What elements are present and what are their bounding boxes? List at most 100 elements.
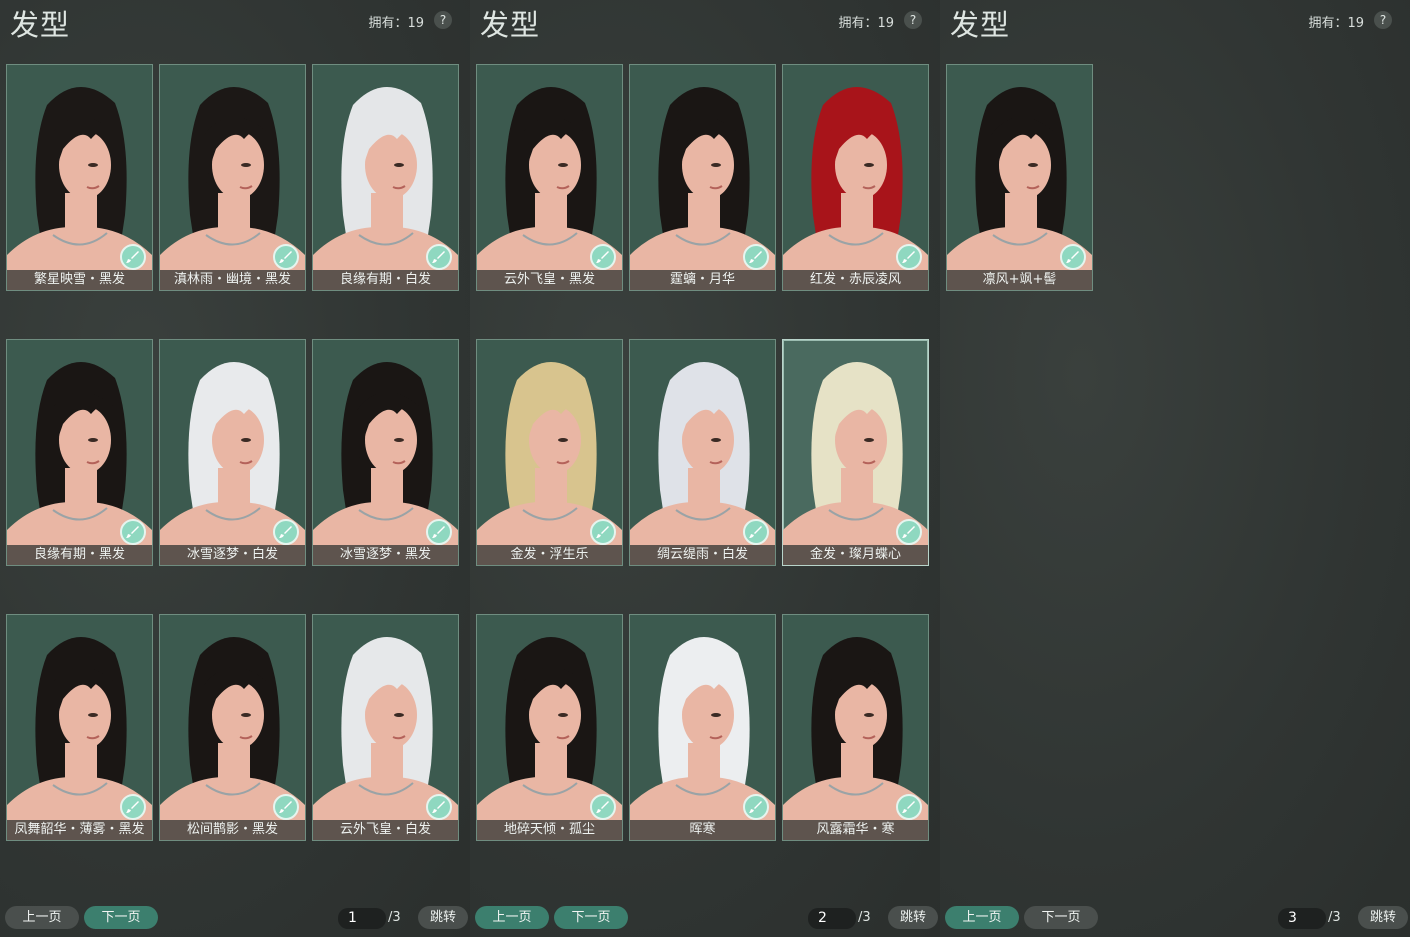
hairstyle-card[interactable]: 晖寒 [629, 614, 776, 841]
dye-brush-icon[interactable] [273, 794, 299, 820]
hairstyle-card[interactable]: 地碎天倾・孤尘 [476, 614, 623, 841]
dye-brush-icon[interactable] [896, 519, 922, 545]
brush-glyph [596, 526, 609, 538]
help-icon[interactable]: ? [434, 11, 452, 29]
hairstyle-name: 霆螭・月华 [630, 270, 775, 290]
dye-brush-icon[interactable] [426, 794, 452, 820]
hairstyle-name: 松间鹊影・黑发 [160, 820, 305, 840]
page-total: /3 [388, 910, 401, 925]
eye [88, 438, 98, 442]
hairstyle-card[interactable]: 霆螭・月华 [629, 64, 776, 291]
dye-brush-icon[interactable] [120, 519, 146, 545]
page-number-input[interactable]: 1 [338, 908, 386, 929]
dye-brush-icon[interactable] [1060, 244, 1086, 270]
brush-glyph [902, 801, 915, 813]
hairstyle-card[interactable]: 红发・赤辰凌风 [782, 64, 929, 291]
hairstyle-name: 金发・璨月蝶心 [783, 545, 928, 565]
next-page-button[interactable]: 下一页 [554, 906, 628, 929]
page-number-input[interactable]: 3 [1278, 908, 1326, 929]
brush-glyph [902, 526, 915, 538]
hairstyle-card[interactable]: 绸云缇雨・白发 [629, 339, 776, 566]
hairstyle-card[interactable]: 金发・浮生乐 [476, 339, 623, 566]
hairstyle-card[interactable]: 良缘有期・黑发 [6, 339, 153, 566]
brush-shape [279, 801, 292, 813]
jump-button[interactable]: 跳转 [418, 906, 468, 929]
hairstyle-name: 云外飞皇・黑发 [477, 270, 622, 290]
brush-glyph [279, 526, 292, 538]
hairstyle-name: 金发・浮生乐 [477, 545, 622, 565]
hairstyle-name: 滇林雨・幽境・黑发 [160, 270, 305, 290]
dye-brush-icon[interactable] [896, 244, 922, 270]
hairstyle-name: 绸云缇雨・白发 [630, 545, 775, 565]
eye [711, 438, 721, 442]
prev-page-button[interactable]: 上一页 [5, 906, 79, 929]
brush-shape [432, 526, 445, 538]
dye-brush-icon[interactable] [426, 519, 452, 545]
panel-title: 发型 [950, 8, 1011, 42]
hairstyle-card[interactable]: 繁星映雪・黑发 [6, 64, 153, 291]
dye-brush-icon[interactable] [590, 519, 616, 545]
hairstyle-card[interactable]: 冰雪逐梦・白发 [159, 339, 306, 566]
brush-glyph [126, 801, 139, 813]
brush-glyph [432, 526, 445, 538]
dye-brush-icon[interactable] [896, 794, 922, 820]
jump-button[interactable]: 跳转 [888, 906, 938, 929]
hairstyle-panel: 发型 拥有：19? 凛风+飒+髻 上一页 下一页 3/3 跳转 [940, 0, 1410, 937]
dye-brush-icon[interactable] [743, 519, 769, 545]
brush-glyph [126, 251, 139, 263]
hairstyle-name: 冰雪逐梦・白发 [160, 545, 305, 565]
hairstyle-card[interactable]: 良缘有期・白发 [312, 64, 459, 291]
eye [558, 438, 568, 442]
help-icon[interactable]: ? [1374, 11, 1392, 29]
next-page-button[interactable]: 下一页 [1024, 906, 1098, 929]
dye-brush-icon[interactable] [273, 244, 299, 270]
next-page-button[interactable]: 下一页 [84, 906, 158, 929]
brush-shape [279, 251, 292, 263]
brush-glyph [126, 526, 139, 538]
hairstyle-name: 繁星映雪・黑发 [7, 270, 152, 290]
hairstyle-card[interactable]: 金发・璨月蝶心 [782, 339, 929, 566]
eye [864, 163, 874, 167]
hairstyle-card[interactable]: 凤舞韶华・薄雾・黑发 [6, 614, 153, 841]
jump-button[interactable]: 跳转 [1358, 906, 1408, 929]
dye-brush-icon[interactable] [743, 244, 769, 270]
eye [864, 713, 874, 717]
hairstyle-card[interactable]: 凛风+飒+髻 [946, 64, 1093, 291]
hairstyle-card[interactable]: 云外飞皇・黑发 [476, 64, 623, 291]
eye [241, 438, 251, 442]
owned-count: 拥有：19 [1308, 16, 1364, 31]
dye-brush-icon[interactable] [743, 794, 769, 820]
prev-page-button[interactable]: 上一页 [475, 906, 549, 929]
brush-shape [596, 801, 609, 813]
eye [88, 713, 98, 717]
hairstyle-card[interactable]: 风露霜华・寒 [782, 614, 929, 841]
prev-page-button[interactable]: 上一页 [945, 906, 1019, 929]
brush-shape [126, 801, 139, 813]
hairstyle-card[interactable]: 滇林雨・幽境・黑发 [159, 64, 306, 291]
dye-brush-icon[interactable] [590, 244, 616, 270]
help-icon[interactable]: ? [904, 11, 922, 29]
eye [88, 163, 98, 167]
brush-shape [1066, 251, 1079, 263]
hairstyle-name: 地碎天倾・孤尘 [477, 820, 622, 840]
brush-glyph [902, 251, 915, 263]
dye-brush-icon[interactable] [120, 794, 146, 820]
brush-glyph [749, 251, 762, 263]
eye [241, 713, 251, 717]
eye [1028, 163, 1038, 167]
brush-shape [126, 526, 139, 538]
hairstyle-panel: 发型 拥有：19? 繁星映雪・黑发 滇林雨・幽境・黑发 良缘有期・白发 良缘有期・黑发 冰雪… [0, 0, 470, 937]
hairstyle-card[interactable]: 冰雪逐梦・黑发 [312, 339, 459, 566]
brush-shape [432, 251, 445, 263]
page-number-input[interactable]: 2 [808, 908, 856, 929]
hairstyle-name: 良缘有期・白发 [313, 270, 458, 290]
hairstyle-name: 红发・赤辰凌风 [783, 270, 928, 290]
dye-brush-icon[interactable] [273, 519, 299, 545]
dye-brush-icon[interactable] [426, 244, 452, 270]
hairstyle-card[interactable]: 松间鹊影・黑发 [159, 614, 306, 841]
hairstyle-name: 风露霜华・寒 [783, 820, 928, 840]
dye-brush-icon[interactable] [590, 794, 616, 820]
hairstyle-card[interactable]: 云外飞皇・白发 [312, 614, 459, 841]
brush-shape [596, 251, 609, 263]
dye-brush-icon[interactable] [120, 244, 146, 270]
